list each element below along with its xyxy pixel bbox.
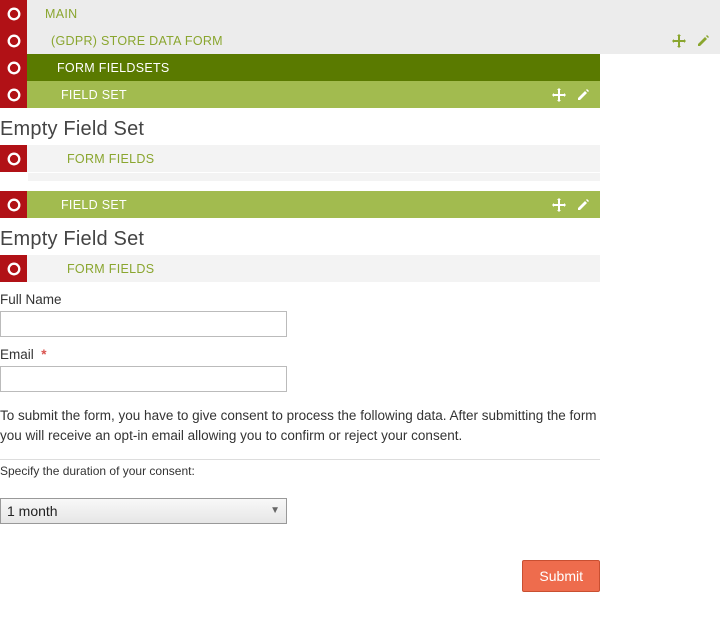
circle-icon (0, 191, 27, 218)
full-name-input[interactable] (0, 311, 287, 337)
fieldset-heading-2: Empty Field Set (0, 228, 720, 251)
tree-label: FORM FIELDSETS (27, 54, 600, 81)
email-input[interactable] (0, 366, 287, 392)
tree-label: FIELD SET (27, 191, 600, 218)
move-icon[interactable] (552, 198, 566, 212)
circle-icon (0, 255, 27, 282)
duration-label: Specify the duration of your consent: (0, 464, 600, 478)
label-text: FIELD SET (61, 198, 127, 212)
tree-row-form-fields-2[interactable]: FORM FIELDS (0, 255, 600, 282)
tree-label: FIELD SET (27, 81, 600, 108)
tree-row-form-fields-1[interactable]: FORM FIELDS (0, 145, 600, 172)
tree-label: (GDPR) STORE DATA FORM (27, 27, 720, 54)
move-icon[interactable] (672, 34, 686, 48)
fieldset-heading-1: Empty Field Set (0, 118, 720, 141)
circle-icon (0, 54, 27, 81)
tree-label: MAIN (27, 0, 720, 27)
submit-button[interactable]: Submit (522, 560, 600, 592)
edit-icon[interactable] (576, 198, 590, 212)
circle-icon (0, 0, 27, 27)
chevron-down-icon: ▼ (270, 505, 280, 516)
separator (0, 459, 600, 460)
tree-row-fieldset-2[interactable]: FIELD SET (0, 191, 600, 218)
tree-row-form-fieldsets[interactable]: FORM FIELDSETS (0, 54, 600, 81)
tree-row-gdpr[interactable]: (GDPR) STORE DATA FORM (0, 27, 720, 54)
circle-icon (0, 145, 27, 172)
field-email: Email * (0, 347, 600, 392)
consent-text: To submit the form, you have to give con… (0, 406, 598, 447)
tree-label: FORM FIELDS (27, 145, 600, 172)
tree-row-fieldset-1[interactable]: FIELD SET (0, 81, 600, 108)
required-asterisk: * (41, 347, 46, 362)
edit-icon[interactable] (696, 34, 710, 48)
tree-row-main[interactable]: MAIN (0, 0, 720, 27)
email-label-text: Email (0, 347, 34, 362)
duration-value: 1 month (7, 503, 58, 519)
tree-label: FORM FIELDS (27, 255, 600, 282)
duration-select[interactable]: 1 month ▼ (0, 498, 287, 524)
full-name-label: Full Name (0, 292, 600, 307)
field-full-name: Full Name (0, 292, 600, 337)
move-icon[interactable] (552, 88, 566, 102)
email-label: Email * (0, 347, 600, 362)
circle-icon (0, 81, 27, 108)
label-text: (GDPR) STORE DATA FORM (51, 34, 223, 48)
circle-icon (0, 27, 27, 54)
edit-icon[interactable] (576, 88, 590, 102)
label-text: FIELD SET (61, 88, 127, 102)
empty-placeholder (28, 173, 600, 181)
